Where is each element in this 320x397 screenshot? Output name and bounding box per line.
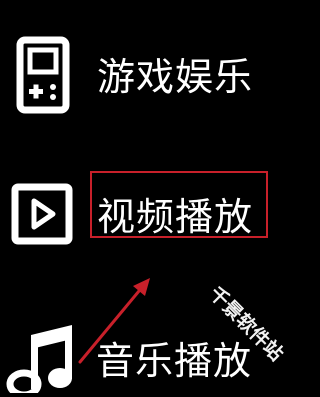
menu-item-label-video: 视频播放 [97,195,254,239]
play-icon [11,183,73,245]
gamepad-icon [16,36,70,114]
music-note-icon [0,321,80,397]
menu-item-label-games: 游戏娱乐 [97,55,254,99]
